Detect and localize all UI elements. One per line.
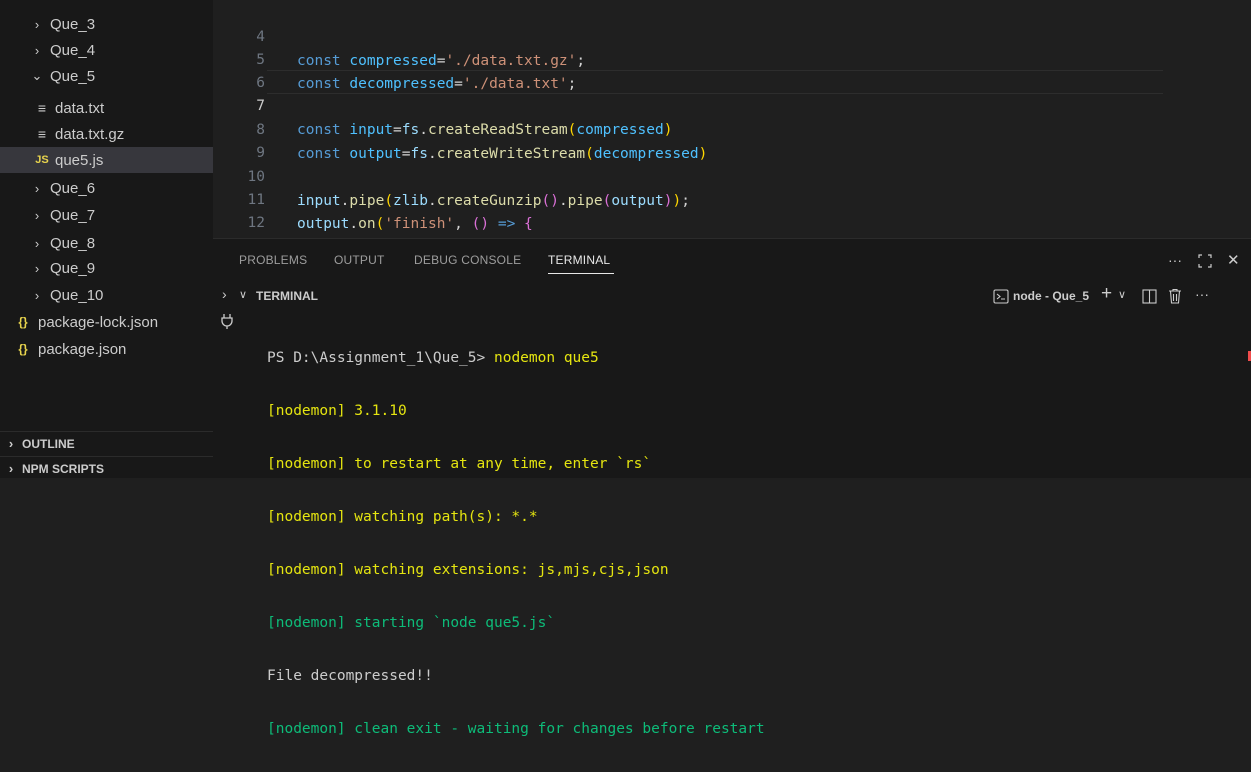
tree-label: Que_4 xyxy=(50,41,96,59)
tree-label: Que_5 xyxy=(50,67,96,85)
split-terminal-icon[interactable] xyxy=(1142,289,1157,304)
tree-label: Que_6 xyxy=(50,179,96,197)
code-editor[interactable]: 4 const compressed='./data.txt.gz'; 5 co… xyxy=(213,0,1251,279)
terminal-prompt: PS D:\Assignment_1\Que_5> xyxy=(267,350,494,366)
chevron-right-icon: › xyxy=(34,235,40,251)
terminal-output[interactable]: PS D:\Assignment_1\Que_5> nodemon que5 [… xyxy=(267,316,765,772)
tree-folder-que-4[interactable]: › Que_4 xyxy=(0,37,213,63)
code-line: 6 xyxy=(213,47,1251,91)
tree-label: Que_9 xyxy=(50,259,96,277)
tree-file-package-lock-json[interactable]: {} package-lock.json xyxy=(0,309,213,335)
trash-icon[interactable] xyxy=(1168,288,1182,304)
code-line: 9 xyxy=(213,117,1251,161)
javascript-file-icon: JS xyxy=(35,154,49,166)
tree-label: Que_8 xyxy=(50,234,96,252)
terminal-line: [nodemon] clean exit - waiting for chang… xyxy=(267,721,765,737)
bottom-panel: PROBLEMS OUTPUT DEBUG CONSOLE TERMINAL ·… xyxy=(213,238,1251,737)
tree-file-data-txt[interactable]: ≡ data.txt xyxy=(0,95,213,121)
tree-folder-que-6[interactable]: › Que_6 xyxy=(0,175,213,201)
tab-debug-console[interactable]: DEBUG CONSOLE xyxy=(414,253,521,267)
chevron-down-icon[interactable]: ∨ xyxy=(1118,288,1126,301)
section-label: NPM SCRIPTS xyxy=(22,461,105,476)
tree-folder-que-3[interactable]: › Que_3 xyxy=(0,11,213,37)
chevron-right-icon: › xyxy=(34,260,40,276)
terminal-line: [nodemon] to restart at any time, enter … xyxy=(267,456,652,472)
tree-file-que5-js[interactable]: JS que5.js xyxy=(0,147,213,173)
tree-label: data.txt.gz xyxy=(55,125,125,143)
tree-file-package-json[interactable]: {} package.json xyxy=(0,336,213,362)
chevron-right-icon: › xyxy=(34,287,40,303)
code-line: 13 }); xyxy=(213,211,1251,279)
code-line: 11 output.on('finish', () => { xyxy=(213,164,1251,232)
terminal-line: PS D:\Assignment_1\Que_5> nodemon que5 xyxy=(267,348,765,369)
tree-label: Que_7 xyxy=(50,206,96,224)
tree-label: Que_10 xyxy=(50,286,104,304)
tab-terminal[interactable]: TERMINAL xyxy=(548,253,610,267)
chevron-down-icon[interactable]: ∨ xyxy=(239,288,247,301)
tree-folder-que-9[interactable]: › Que_9 xyxy=(0,255,213,281)
section-label: OUTLINE xyxy=(22,436,75,451)
terminal-instance-name[interactable]: node - Que_5 xyxy=(1013,289,1089,303)
tree-label: que5.js xyxy=(55,151,104,169)
chevron-right-icon: › xyxy=(8,436,14,451)
tree-label: data.txt xyxy=(55,99,105,117)
terminal-command: nodemon que5 xyxy=(493,350,599,366)
terminal-line: [nodemon] watching extensions: js,mjs,cj… xyxy=(267,562,669,578)
panel-tabs: PROBLEMS OUTPUT DEBUG CONSOLE TERMINAL ·… xyxy=(213,239,1251,283)
terminal-line: File decompressed!! xyxy=(267,668,433,684)
terminal-line: [nodemon] 3.1.10 xyxy=(267,403,407,419)
json-file-icon: {} xyxy=(18,342,28,356)
npm-scripts-section-header[interactable]: › NPM SCRIPTS xyxy=(0,456,213,480)
chevron-right-icon: › xyxy=(34,180,40,196)
explorer-sidebar: › Que_3 › Que_4 ⌄ Que_5 ≡ data.txt ≡ dat… xyxy=(0,0,213,478)
new-terminal-icon[interactable]: + xyxy=(1101,283,1112,305)
json-file-icon: {} xyxy=(18,315,28,329)
terminal-line: [nodemon] starting `node que5.js` xyxy=(267,615,556,631)
terminal-header-row: › ∨ TERMINAL node - Que_5 + ∨ ··· xyxy=(213,283,1251,309)
code-line: 4 const compressed='./data.txt.gz'; xyxy=(213,1,1251,69)
tab-output[interactable]: OUTPUT xyxy=(334,253,385,267)
tree-folder-que-10[interactable]: › Que_10 xyxy=(0,282,213,308)
chevron-right-icon: › xyxy=(34,42,40,58)
code-line: 5 const decompressed='./data.txt'; xyxy=(213,24,1251,92)
tree-file-data-txt-gz[interactable]: ≡ data.txt.gz xyxy=(0,121,213,147)
tree-label: package.json xyxy=(38,340,127,358)
more-actions-icon[interactable]: ··· xyxy=(1195,286,1209,302)
plug-icon xyxy=(221,314,233,329)
terminal-icon xyxy=(993,289,1009,304)
code-line: 10 input.pipe(zlib.createGunzip().pipe(o… xyxy=(213,141,1251,209)
chevron-right-icon: › xyxy=(34,207,40,223)
tree-label: package-lock.json xyxy=(38,313,159,331)
code-line: 7 const input=fs.createReadStream(compre… xyxy=(213,70,1251,138)
text-file-icon: ≡ xyxy=(37,100,47,116)
more-actions-icon[interactable]: ··· xyxy=(1168,252,1182,268)
tree-folder-que-7[interactable]: › Que_7 xyxy=(0,202,213,228)
tree-label: Que_3 xyxy=(50,15,96,33)
active-tab-indicator xyxy=(548,273,614,274)
code-line: 8 const output=fs.createWriteStream(deco… xyxy=(213,94,1251,162)
maximize-panel-icon[interactable] xyxy=(1197,253,1213,269)
code-line: 12 console.log("File decompressed!!"); xyxy=(213,187,1251,255)
terminal-section-title: TERMINAL xyxy=(256,289,318,303)
tree-folder-que-8[interactable]: › Que_8 xyxy=(0,230,213,256)
chevron-down-icon: ⌄ xyxy=(31,68,43,83)
close-panel-icon[interactable]: ✕ xyxy=(1227,251,1240,269)
tree-folder-que-5[interactable]: ⌄ Que_5 xyxy=(0,63,213,89)
chevron-right-icon[interactable]: › xyxy=(222,286,227,302)
tab-problems[interactable]: PROBLEMS xyxy=(239,253,307,267)
outline-section-header[interactable]: › OUTLINE xyxy=(0,431,213,455)
chevron-right-icon: › xyxy=(34,16,40,32)
text-file-icon: ≡ xyxy=(37,126,47,142)
chevron-right-icon: › xyxy=(8,461,14,476)
terminal-line: [nodemon] watching path(s): *.* xyxy=(267,509,538,525)
